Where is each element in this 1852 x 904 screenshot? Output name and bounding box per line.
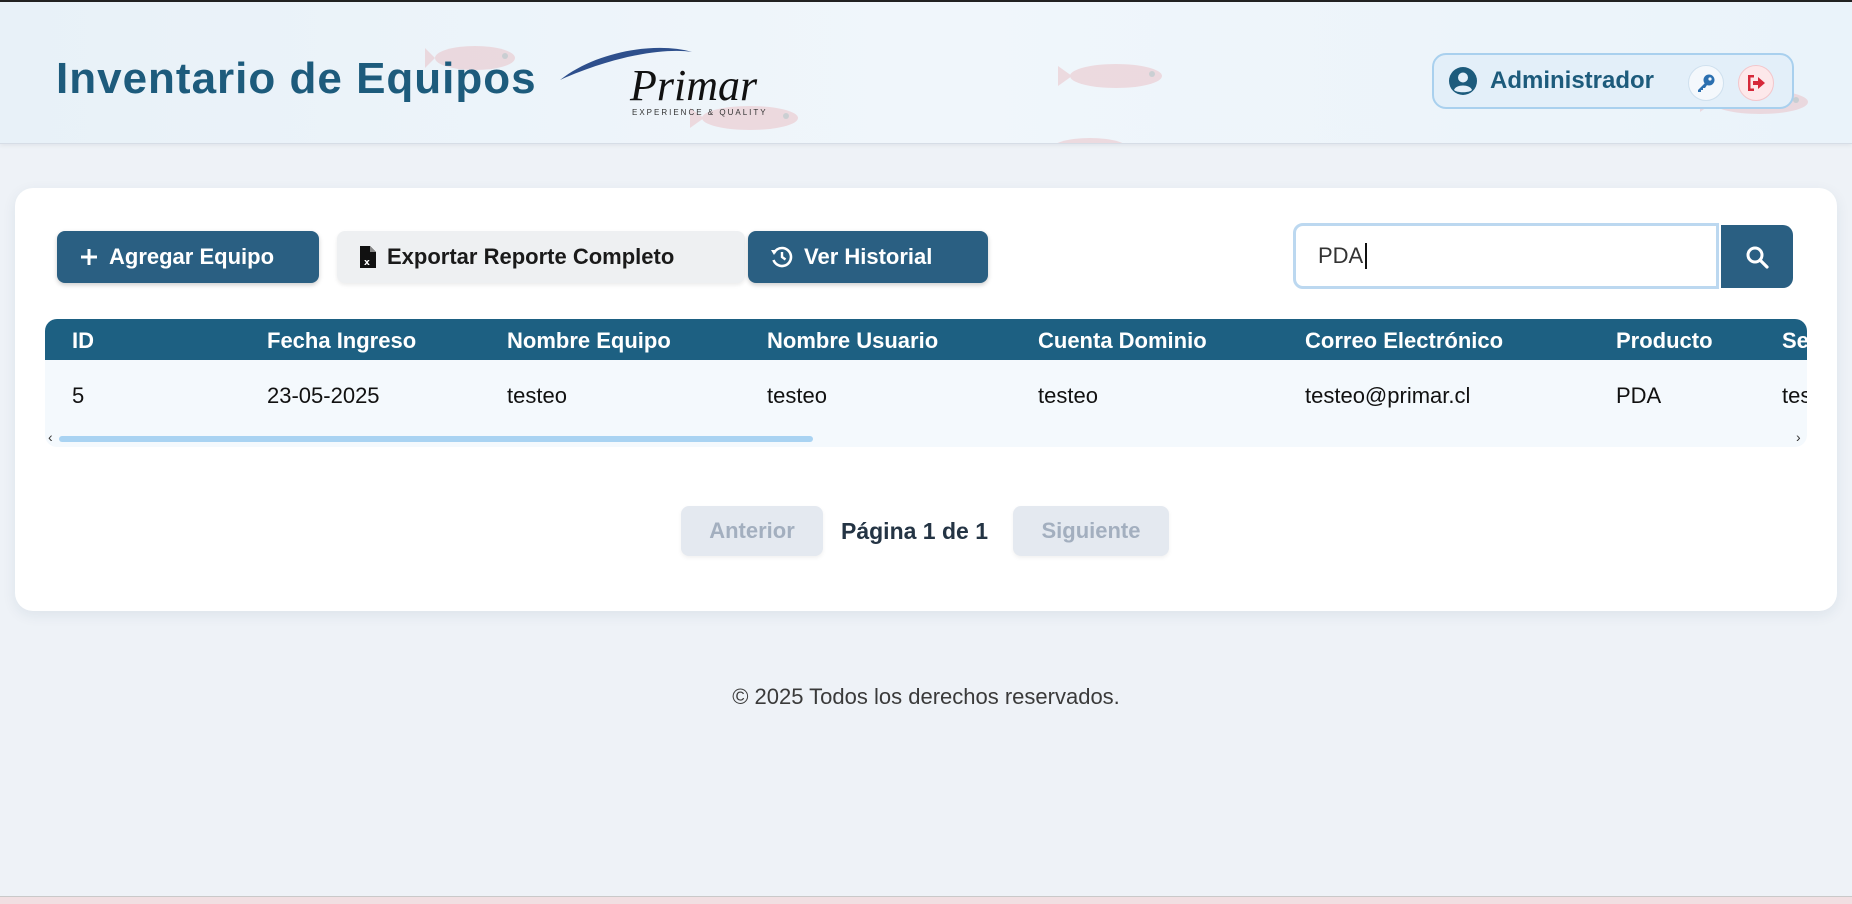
cell-nombre-usuario: testeo	[767, 383, 827, 408]
search-icon	[1746, 246, 1769, 269]
text-caret	[1365, 243, 1367, 269]
column-header-fecha-ingreso[interactable]: Fecha Ingreso	[267, 328, 416, 354]
scrollbar-thumb[interactable]	[59, 436, 813, 442]
add-equipment-label: Agregar Equipo	[109, 244, 275, 269]
logo-wordmark: Primar	[630, 61, 758, 110]
key-icon	[1698, 74, 1715, 92]
excel-file-icon: x	[360, 246, 376, 268]
column-header-cuenta-dominio[interactable]: Cuenta Dominio	[1038, 328, 1207, 354]
history-icon	[771, 246, 793, 268]
fish-decoration	[1057, 138, 1123, 143]
column-header-correo[interactable]: Correo Electrónico	[1305, 328, 1503, 354]
inventory-card: Agregar Equipo x Exportar Reporte Comple…	[15, 188, 1837, 611]
export-report-label: Exportar Reporte Completo	[387, 244, 675, 269]
window-bottom-edge	[0, 896, 1852, 904]
horizontal-scrollbar[interactable]: ‹ ›	[45, 429, 1807, 447]
search-button[interactable]	[1721, 225, 1793, 288]
add-equipment-button[interactable]: Agregar Equipo	[57, 231, 319, 283]
cell-correo: testeo@primar.cl	[1305, 383, 1471, 408]
page-title: Inventario de Equipos	[56, 54, 537, 103]
cell-cuenta-dominio: testeo	[1038, 383, 1098, 408]
logout-button[interactable]	[1738, 65, 1774, 101]
view-history-label: Ver Historial	[804, 244, 933, 269]
change-password-button[interactable]	[1688, 65, 1724, 101]
plus-icon	[81, 249, 97, 265]
cell-serie: teste	[1782, 383, 1807, 408]
user-circle-icon	[1449, 67, 1477, 95]
logo-tagline: EXPERIENCE & QUALITY	[632, 108, 768, 117]
export-report-button[interactable]: x Exportar Reporte Completo	[337, 231, 745, 283]
cell-nombre-equipo: testeo	[507, 383, 567, 408]
user-name: Administrador	[1490, 67, 1655, 94]
page-indicator: Página 1 de 1	[841, 518, 989, 544]
cell-fecha-ingreso: 23-05-2025	[267, 383, 380, 408]
user-menu: Administrador	[1432, 53, 1794, 109]
fish-decoration	[1058, 64, 1162, 88]
cell-id: 5	[72, 383, 85, 408]
column-header-id[interactable]: ID	[72, 328, 94, 354]
scroll-left-icon[interactable]: ‹	[48, 429, 53, 445]
equipment-table: ID Fecha Ingreso Nombre Equipo Nombre Us…	[45, 319, 1807, 447]
previous-page-button[interactable]: Anterior	[681, 506, 823, 556]
cell-producto: PDA	[1616, 383, 1662, 408]
view-history-button[interactable]: Ver Historial	[748, 231, 988, 283]
next-page-button[interactable]: Siguiente	[1013, 506, 1169, 556]
column-header-nombre-equipo[interactable]: Nombre Equipo	[507, 328, 671, 354]
scroll-right-icon[interactable]: ›	[1796, 429, 1801, 445]
logout-icon	[1748, 75, 1765, 91]
column-header-producto[interactable]: Producto	[1616, 328, 1713, 354]
column-header-serie[interactable]: Ser	[1782, 328, 1807, 354]
search-input[interactable]	[1293, 223, 1719, 289]
svg-text:x: x	[364, 258, 370, 268]
primar-logo: Primar EXPERIENCE & QUALITY	[558, 42, 768, 124]
column-header-nombre-usuario[interactable]: Nombre Usuario	[767, 328, 938, 354]
footer-copyright: © 2025 Todos los derechos reservados.	[732, 684, 1120, 709]
table-header: ID Fecha Ingreso Nombre Equipo Nombre Us…	[45, 319, 1807, 360]
app-header: Inventario de Equipos Primar EXPERIENCE …	[0, 2, 1852, 144]
